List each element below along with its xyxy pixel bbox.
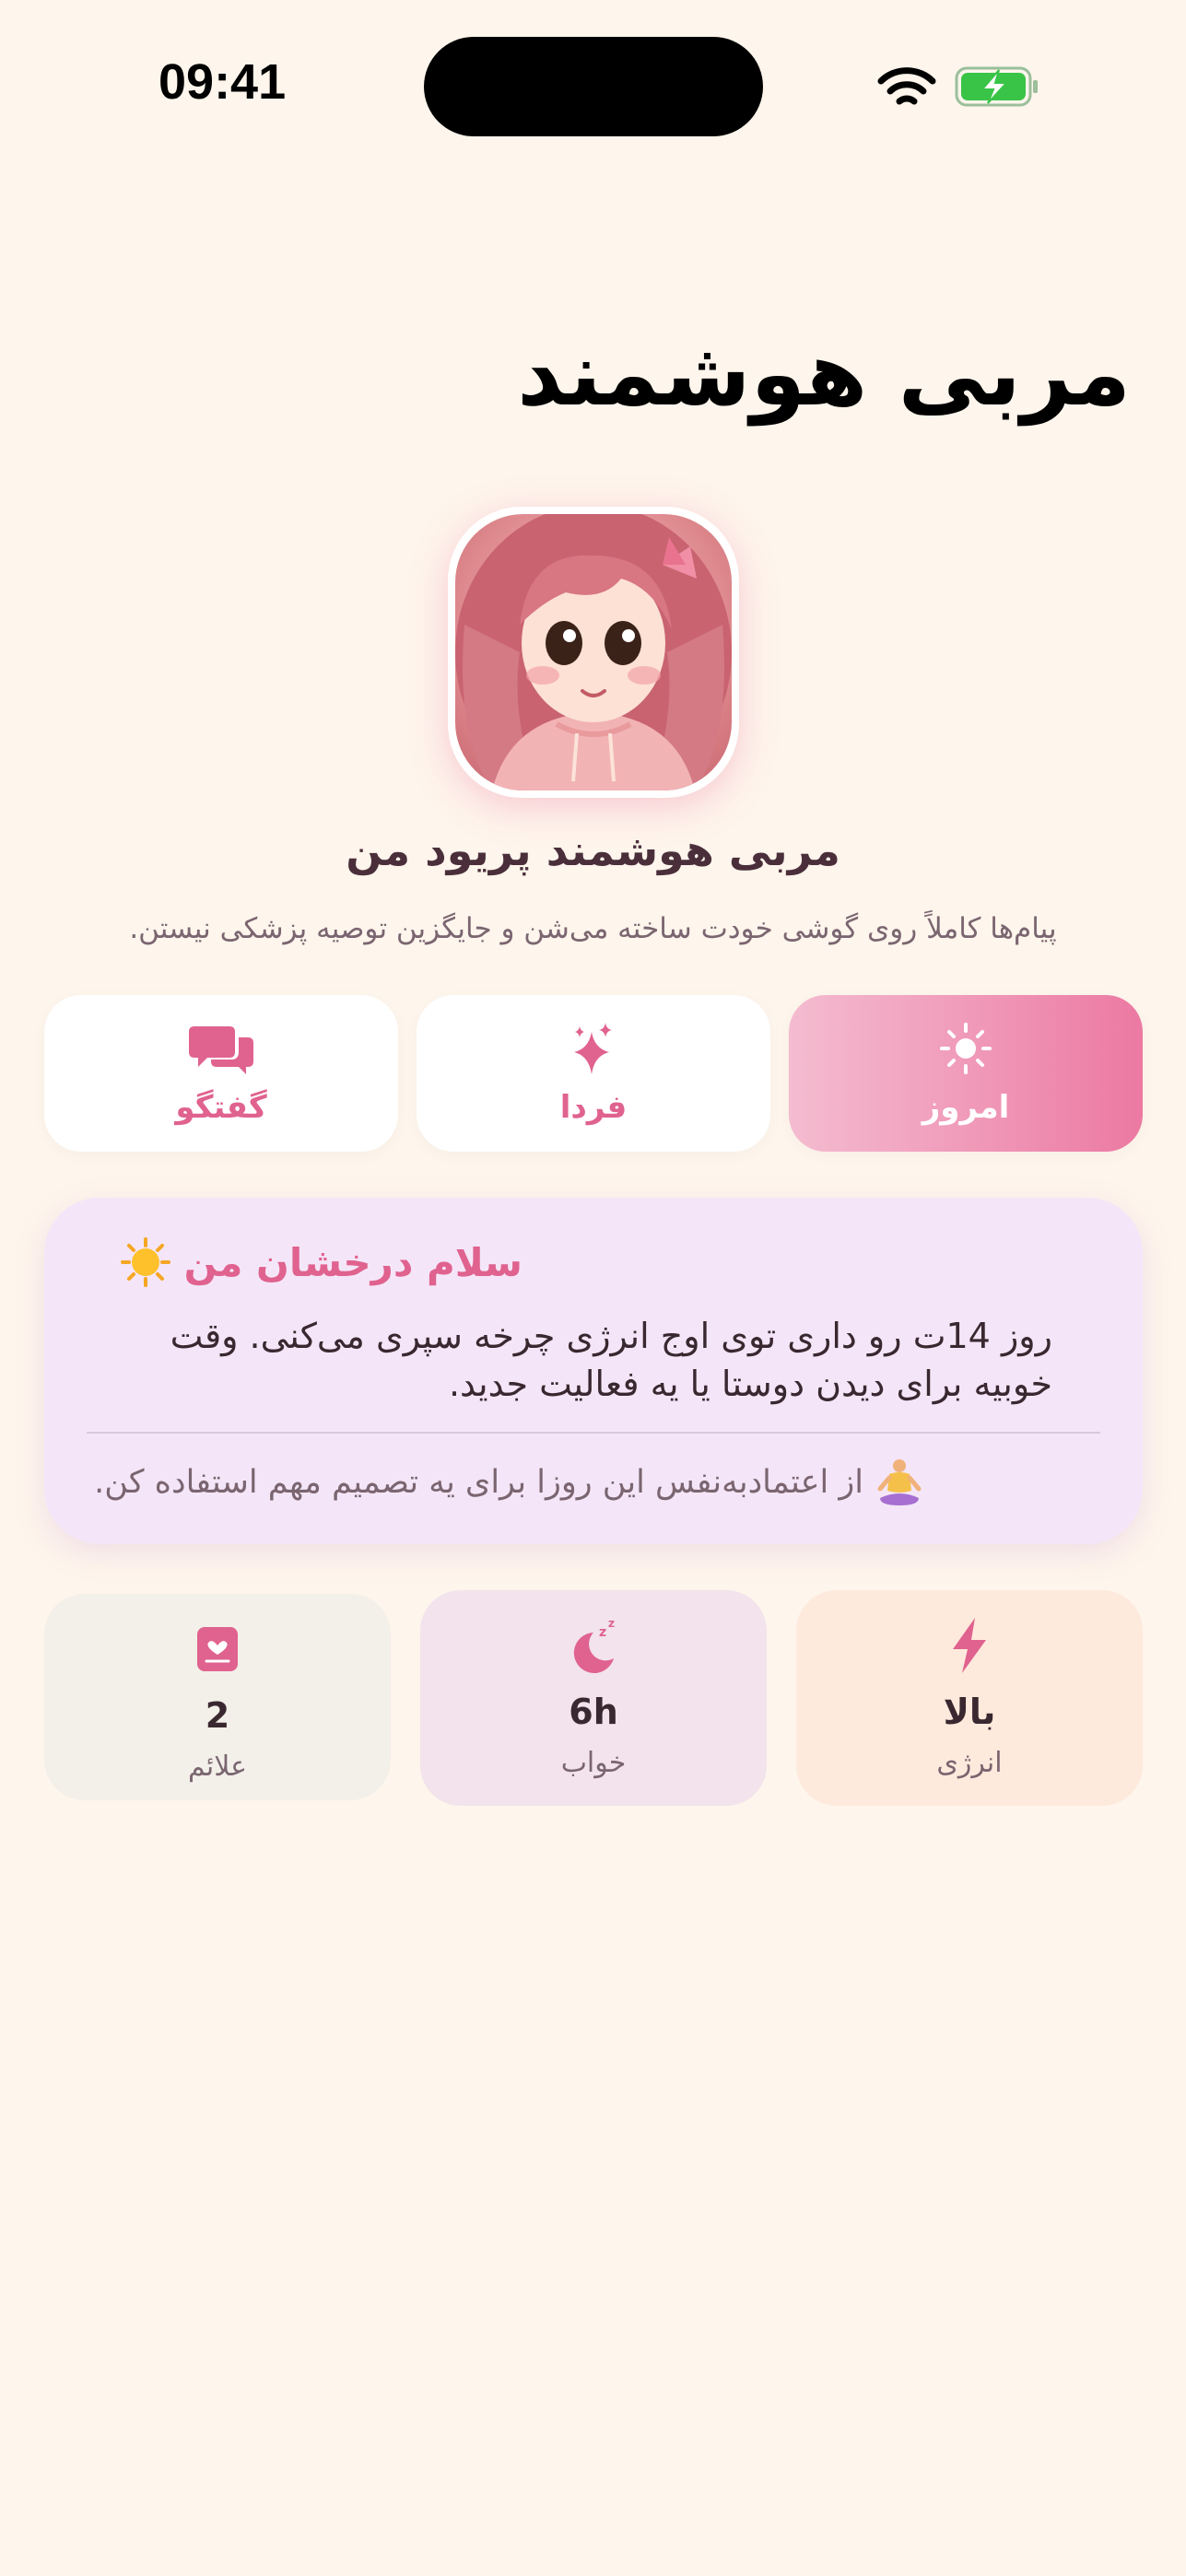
tip-text: از اعتمادبه‌نفس این روزا برای یه تصمیم م… <box>94 1464 863 1501</box>
stat-energy: بالا انرژی <box>796 1590 1143 1806</box>
tab-tomorrow-label: فردا <box>559 1089 628 1126</box>
dynamic-island <box>424 37 763 136</box>
wifi-icon <box>877 67 936 105</box>
stat-energy-label: انرژی <box>936 1747 1003 1779</box>
stat-sleep-value: 6h <box>569 1692 618 1732</box>
journal-heart-icon <box>197 1627 238 1671</box>
tab-today[interactable]: امروز <box>789 995 1143 1152</box>
tab-chat-label: گفتگو <box>175 1089 267 1126</box>
insight-body: روز 14ت رو داری توی اوج انرژی چرخه سپری … <box>170 1316 1052 1404</box>
stat-sleep-label: خواب <box>560 1747 627 1779</box>
stat-symptoms-value: 2 <box>205 1695 230 1736</box>
stat-symptoms: 2 علائم <box>44 1594 391 1800</box>
avatar-illustration <box>455 514 732 790</box>
tab-tomorrow[interactable]: فردا <box>417 995 770 1152</box>
sun-icon <box>940 1023 992 1074</box>
coach-avatar <box>455 514 732 790</box>
sun-emoji-icon <box>120 1237 170 1287</box>
stat-symptoms-label: علائم <box>187 1751 248 1783</box>
tab-chat[interactable]: گفتگو <box>44 995 398 1152</box>
app-screen: 09:41 مربی هوشمند مربی هوشمند پریود من پ… <box>0 0 1186 2576</box>
tab-today-label: امروز <box>922 1089 1010 1126</box>
moon-sleep-icon: z z <box>573 1617 615 1673</box>
meditation-emoji-icon <box>877 1459 922 1505</box>
card-divider <box>87 1432 1100 1434</box>
battery-charging-icon <box>955 66 1038 107</box>
coach-name: مربی هوشمند پریود من <box>346 825 840 875</box>
privacy-disclaimer: پیام‌ها کاملاً روی گوشی خودت ساخته می‌شن… <box>129 912 1057 945</box>
greeting-text: سلام درخشان من <box>183 1239 523 1285</box>
stat-sleep: z z 6h خواب <box>420 1590 767 1806</box>
status-time: 09:41 <box>159 54 287 110</box>
chat-bubbles-icon <box>189 1026 253 1074</box>
sparkles-icon <box>574 1023 612 1074</box>
svg-text:z: z <box>608 1617 615 1630</box>
page-title: مربی هوشمند <box>517 322 1131 426</box>
lightning-icon <box>953 1618 986 1673</box>
insight-tip: از اعتمادبه‌نفس این روزا برای یه تصمیم م… <box>94 1458 922 1507</box>
stat-energy-value: بالا <box>943 1692 996 1732</box>
svg-text:z: z <box>599 1625 606 1640</box>
insight-greeting: سلام درخشان من <box>120 1236 523 1288</box>
